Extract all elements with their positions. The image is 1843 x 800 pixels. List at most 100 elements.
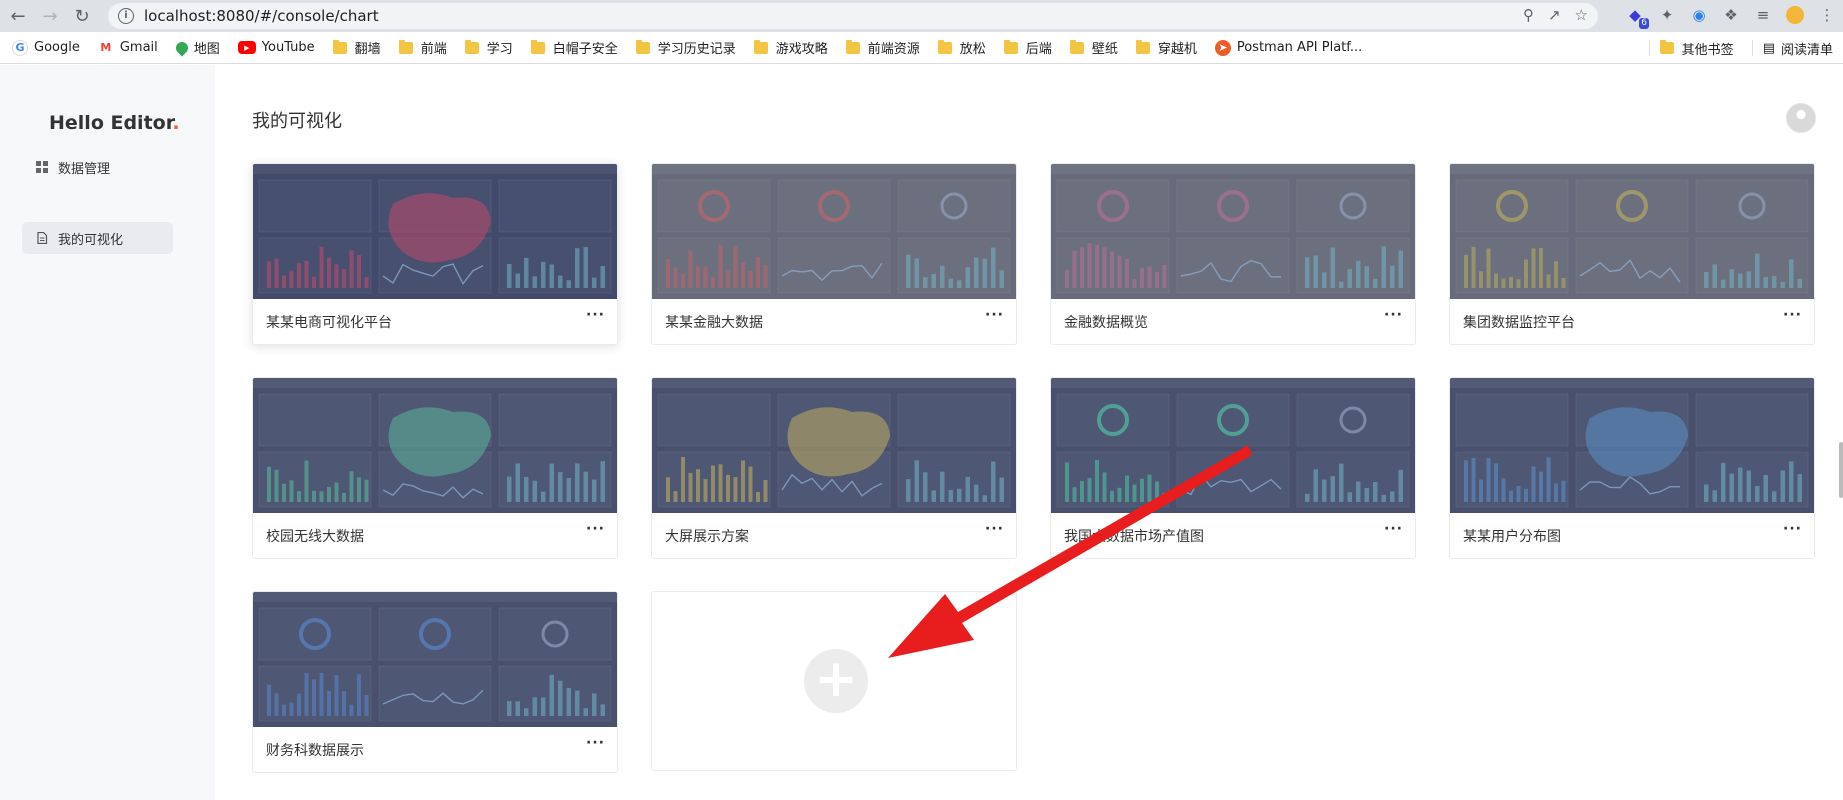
card-thumbnail[interactable]: [253, 378, 617, 513]
address-bar[interactable]: i localhost:8080/#/console/chart ⚲ ↗ ☆: [108, 3, 1598, 29]
card-thumbnail[interactable]: [652, 378, 1016, 513]
folder-icon: [937, 39, 952, 54]
bookmark-label: 放松: [959, 42, 986, 57]
puzzle-icon[interactable]: ❖: [1720, 4, 1742, 26]
card-title: 某某用户分布图: [1463, 529, 1561, 545]
card-thumbnail[interactable]: [1051, 378, 1415, 513]
forward-arrow-icon[interactable]: →: [36, 2, 64, 30]
more-options-icon[interactable]: ···: [586, 307, 605, 323]
bookmark-label: 学习: [486, 42, 513, 57]
visualization-card[interactable]: 大屏展示方案 ···: [651, 377, 1017, 559]
card-title: 我国大数据市场产值图: [1064, 529, 1204, 545]
back-arrow-icon[interactable]: ←: [4, 2, 32, 30]
grid-icon: [36, 161, 48, 173]
bookmark-google[interactable]: G Google: [12, 39, 80, 56]
extension-icon[interactable]: ✦: [1656, 4, 1678, 26]
more-options-icon[interactable]: ···: [985, 307, 1004, 323]
card-thumbnail[interactable]: [1450, 164, 1814, 299]
star-icon[interactable]: ☆: [1575, 6, 1588, 24]
bookmark-folder[interactable]: 学习: [464, 38, 513, 57]
extension-icon[interactable]: ◆ 6: [1624, 4, 1649, 29]
bookmark-folder[interactable]: 穿越机: [1135, 38, 1197, 57]
more-options-icon[interactable]: ···: [1384, 307, 1403, 323]
bookmark-label: 阅读清单: [1780, 42, 1833, 58]
more-options-icon[interactable]: ···: [1783, 307, 1802, 323]
bookmark-gmail[interactable]: M Gmail: [97, 39, 158, 56]
add-button[interactable]: +: [804, 649, 868, 713]
folder-icon: [1659, 40, 1674, 54]
folder-icon: [1003, 39, 1018, 54]
bookmark-label: Google: [34, 40, 80, 55]
bookmark-folder[interactable]: 前端: [398, 38, 447, 57]
bookmark-folder[interactable]: 前端资源: [845, 38, 920, 57]
extensions-area: ◆ 6 ✦ ◉ ❖ ≡ ⋮: [1624, 4, 1838, 29]
bookmark-folder[interactable]: 后端: [1003, 38, 1052, 57]
card-thumbnail[interactable]: [253, 164, 617, 299]
zoom-icon[interactable]: ⚲: [1523, 6, 1534, 24]
folder-icon: [1135, 39, 1150, 54]
bookmark-postman[interactable]: ➤ Postman API Platf...: [1214, 39, 1362, 56]
avatar[interactable]: [1786, 103, 1816, 133]
bookmark-youtube[interactable]: ▶ YouTube: [237, 40, 315, 55]
bookmark-other[interactable]: 其他书签: [1659, 39, 1734, 58]
card-thumbnail[interactable]: [1450, 378, 1814, 513]
visualization-card[interactable]: 校园无线大数据 ···: [252, 377, 618, 559]
visualization-card[interactable]: 某某金融大数据 ···: [651, 163, 1017, 345]
share-icon[interactable]: ↗: [1548, 6, 1561, 24]
url-text[interactable]: localhost:8080/#/console/chart: [144, 7, 379, 25]
bookmark-maps[interactable]: 地图: [173, 38, 220, 57]
bookmark-separator: [1751, 40, 1753, 56]
card-thumbnail[interactable]: [1051, 164, 1415, 299]
extension-icon[interactable]: ◉: [1688, 4, 1710, 26]
reload-icon[interactable]: ↻: [68, 2, 96, 30]
visualization-card[interactable]: 某某用户分布图 ···: [1449, 377, 1815, 559]
card-thumbnail[interactable]: [253, 592, 617, 727]
add-visualization-card[interactable]: +: [651, 591, 1017, 771]
extension-badge: 6: [1639, 18, 1649, 29]
visualization-card[interactable]: 我国大数据市场产值图 ···: [1050, 377, 1416, 559]
brand-dot: .: [172, 112, 180, 134]
card-title: 大屏展示方案: [665, 529, 749, 545]
bookmark-folder[interactable]: 学习历史记录: [635, 38, 736, 57]
card-thumbnail[interactable]: [652, 164, 1016, 299]
brand-text: Hello Editor: [49, 112, 173, 134]
postman-logo-icon: ➤: [1214, 39, 1231, 56]
bookmark-folder[interactable]: 游戏攻略: [753, 38, 828, 57]
bookmark-label: Gmail: [119, 40, 158, 55]
sidebar-item-my-visualization[interactable]: 我的可视化: [22, 222, 173, 254]
sidebar-item-data-management[interactable]: 数据管理: [22, 151, 173, 183]
more-options-icon[interactable]: ···: [1384, 521, 1403, 537]
folder-icon: [464, 39, 479, 54]
scrollbar[interactable]: [1839, 442, 1843, 498]
document-icon: [37, 232, 48, 244]
bookmark-folder[interactable]: 放松: [937, 38, 986, 57]
more-options-icon[interactable]: ···: [586, 521, 605, 537]
visualization-card[interactable]: 财务科数据展示 ···: [252, 591, 618, 773]
more-options-icon[interactable]: ···: [1783, 521, 1802, 537]
bookmark-folder[interactable]: 白帽子安全: [530, 38, 618, 57]
visualization-card[interactable]: 金融数据概览 ···: [1050, 163, 1416, 345]
reading-list[interactable]: ▤ 阅读清单: [1763, 39, 1833, 58]
bookmark-label: 穿越机: [1157, 42, 1197, 57]
bookmark-folder[interactable]: 壁纸: [1069, 38, 1118, 57]
brand-logo[interactable]: Hello Editor.: [49, 112, 180, 134]
more-options-icon[interactable]: ···: [586, 735, 605, 751]
more-options-icon[interactable]: ···: [985, 521, 1004, 537]
info-icon[interactable]: i: [118, 8, 134, 24]
media-control-icon[interactable]: ≡: [1752, 4, 1774, 26]
kebab-menu-icon[interactable]: ⋮: [1816, 4, 1838, 26]
bookmark-folder[interactable]: 翻墙: [332, 38, 381, 57]
bookmark-label: 后端: [1025, 42, 1052, 57]
folder-icon: [398, 39, 413, 54]
profile-icon[interactable]: [1784, 4, 1806, 26]
bookmark-label: 壁纸: [1091, 42, 1118, 57]
bookmark-label: 白帽子安全: [552, 42, 618, 57]
google-logo-icon: G: [12, 39, 28, 56]
reading-list-icon: ▤: [1762, 40, 1775, 56]
visualization-card[interactable]: 某某电商可视化平台 ···: [252, 163, 618, 345]
visualization-card[interactable]: 集团数据监控平台 ···: [1449, 163, 1815, 345]
bookmark-label: 翻墙: [354, 42, 381, 57]
bookmark-label: 前端: [420, 42, 447, 57]
card-title: 财务科数据展示: [266, 743, 364, 759]
bookmark-label: YouTube: [261, 40, 315, 55]
